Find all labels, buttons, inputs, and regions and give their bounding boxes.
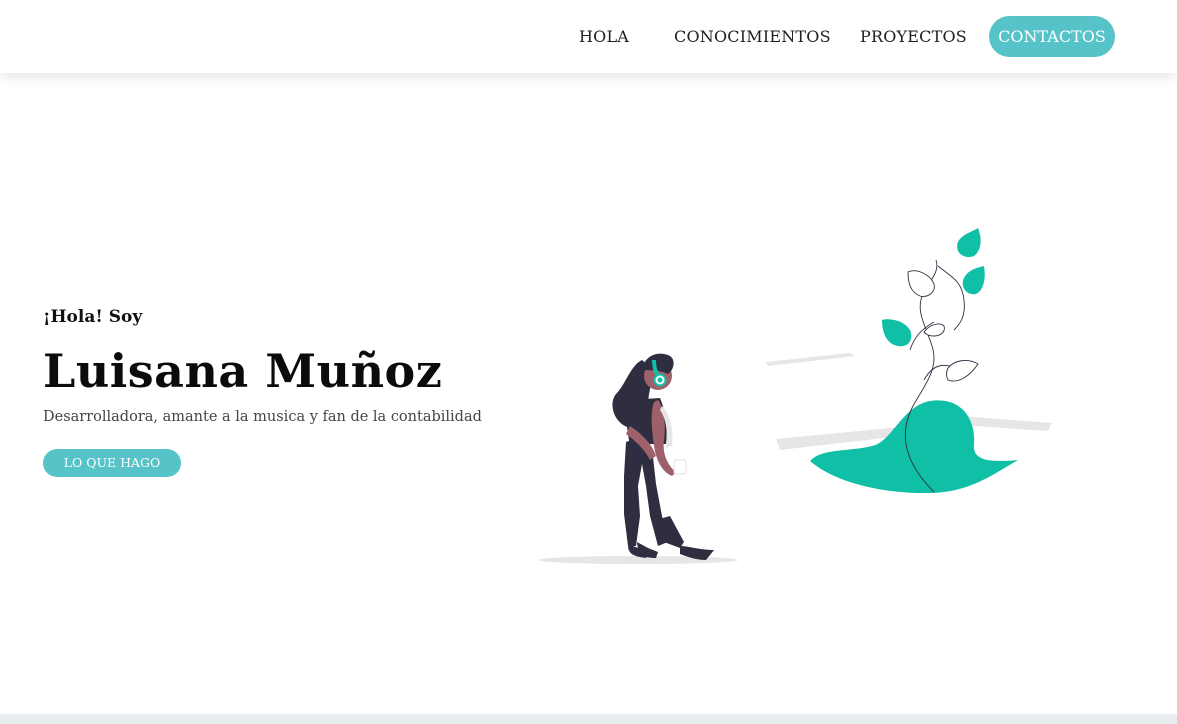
leaf-outline-2 bbox=[923, 323, 945, 337]
leaf-left bbox=[882, 319, 912, 347]
hero-tagline: Desarrolladora, amante a la musica y fan… bbox=[43, 409, 482, 425]
leaf-top bbox=[957, 228, 981, 258]
wind-streak-upper bbox=[766, 353, 855, 366]
leaf-outline-3 bbox=[946, 360, 979, 382]
nav-link-proyectos[interactable]: PROYECTOS bbox=[860, 0, 967, 73]
nav-link-hola[interactable]: HOLA bbox=[579, 0, 629, 73]
leaf-outline-1 bbox=[907, 270, 935, 297]
nav-link-conocimientos[interactable]: CONOCIMIENTOS bbox=[674, 0, 831, 73]
nav-contactos-button[interactable]: CONTACTOS bbox=[989, 16, 1115, 57]
woman-with-headphones-and-plant-icon bbox=[538, 228, 1052, 564]
woman-phone bbox=[673, 459, 687, 475]
teal-hill bbox=[810, 400, 1018, 494]
leaf-right bbox=[962, 266, 985, 295]
top-navbar: HOLA CONOCIMIENTOS PROYECTOS CONTACTOS bbox=[0, 0, 1177, 73]
lo-que-hago-button[interactable]: LO QUE HAGO bbox=[43, 449, 181, 477]
hero-name: Luisana Muñoz bbox=[43, 344, 443, 398]
section-divider bbox=[0, 714, 1177, 724]
hero-greeting: ¡Hola! Soy bbox=[43, 307, 143, 327]
